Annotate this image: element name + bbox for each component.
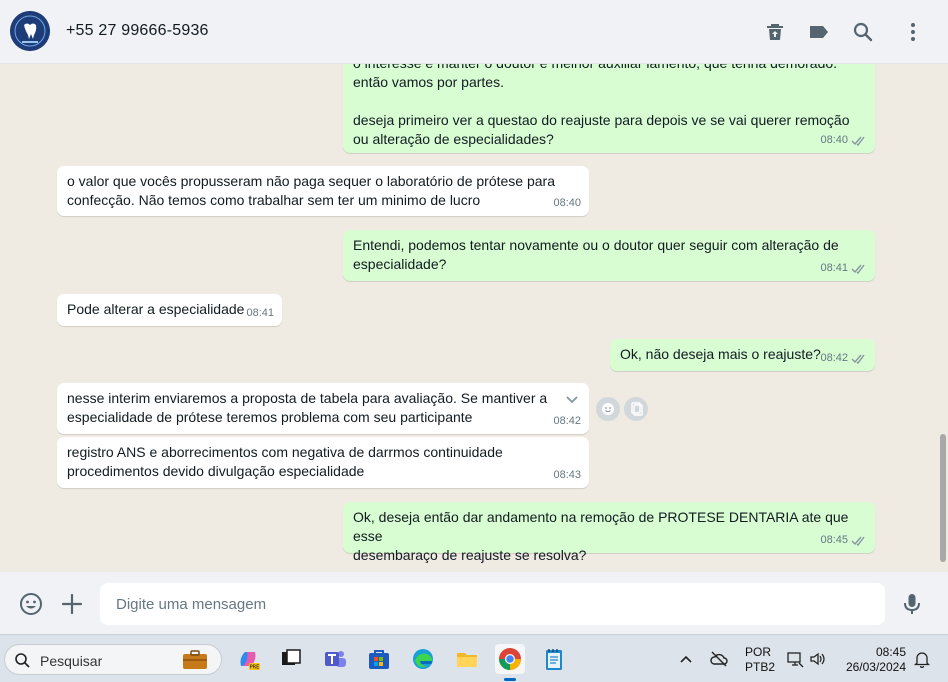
- message-meta: 08:41: [246, 304, 274, 323]
- store-icon[interactable]: [364, 644, 394, 674]
- read-ticks-icon: [851, 353, 867, 364]
- notepad-icon[interactable]: [539, 644, 569, 674]
- briefcase-icon: [182, 650, 208, 670]
- message-time: 08:40: [553, 197, 581, 209]
- system-clock[interactable]: 08:45 26/03/2024: [834, 645, 906, 675]
- message-incoming[interactable]: Pode alterar a especialidade 08:41: [57, 294, 282, 326]
- input-language[interactable]: POR PTB2: [745, 645, 776, 675]
- microphone-icon[interactable]: [899, 591, 925, 617]
- message-meta: 08:41: [820, 259, 867, 278]
- message-text: Pode alterar a especialidade: [67, 301, 245, 317]
- message-time: 08:43: [553, 469, 581, 481]
- chevron-down-icon[interactable]: [563, 391, 581, 409]
- clock-time: 08:45: [875, 645, 906, 659]
- teams-icon[interactable]: [320, 644, 350, 674]
- search-icon: [14, 652, 31, 669]
- message-time: 08:41: [820, 262, 848, 274]
- plus-icon[interactable]: [59, 591, 85, 617]
- read-ticks-icon: [851, 263, 867, 274]
- message-meta: 08:43: [553, 466, 581, 485]
- message-meta: 08:42: [820, 349, 867, 368]
- tooth-logo-icon: [10, 11, 50, 51]
- search-icon[interactable]: [851, 20, 875, 44]
- message-time: 08:42: [820, 352, 848, 364]
- read-ticks-icon: [851, 535, 867, 546]
- chat-scrollbar[interactable]: [940, 434, 946, 562]
- message-outgoing[interactable]: Entendi, podemos tentar novamente ou o d…: [343, 230, 875, 281]
- message-text: o valor que vocês propusseram não paga s…: [67, 173, 555, 208]
- edge-icon[interactable]: [408, 644, 438, 674]
- read-ticks-icon: [851, 135, 867, 146]
- message-text: o interesse é manter o doutor e melhor a…: [353, 64, 850, 147]
- emoji-icon[interactable]: [18, 591, 44, 617]
- chat-area[interactable]: o interesse é manter o doutor e melhor a…: [0, 64, 948, 572]
- svg-text:PRE: PRE: [250, 665, 260, 671]
- message-time: 08:40: [820, 134, 848, 146]
- message-time: 08:42: [553, 415, 581, 427]
- message-meta: 08:42: [553, 412, 581, 431]
- file-explorer-icon[interactable]: [452, 644, 482, 674]
- contact-name[interactable]: +55 27 99666-5936: [66, 22, 209, 40]
- emoji-icon: [602, 403, 614, 415]
- message-outgoing[interactable]: Ok, não deseja mais o reajuste? 08:42: [610, 339, 875, 371]
- message-time: 08:41: [246, 307, 274, 319]
- taskbar-search[interactable]: Pesquisar: [4, 644, 222, 675]
- message-text: Entendi, podemos tentar novamente ou o d…: [353, 237, 839, 272]
- search-label: Pesquisar: [40, 653, 103, 669]
- copy-icon: [631, 402, 643, 416]
- network-icon[interactable]: [786, 650, 804, 668]
- task-view-icon[interactable]: [276, 644, 306, 674]
- message-outgoing[interactable]: Ok, deseja então dar andamento na remoçã…: [343, 502, 875, 563]
- message-incoming[interactable]: nesse interim enviaremos a proposta de t…: [57, 383, 589, 434]
- message-incoming[interactable]: o valor que vocês propusseram não paga s…: [57, 166, 589, 216]
- contact-avatar[interactable]: [10, 11, 50, 51]
- language-label: POR: [745, 645, 772, 659]
- chat-header: +55 27 99666-5936: [0, 0, 948, 64]
- message-text: Ok, deseja então dar andamento na remoçã…: [353, 509, 849, 563]
- message-input[interactable]: [100, 583, 885, 625]
- chevron-up-icon[interactable]: [679, 652, 693, 666]
- react-emoji-button[interactable]: [596, 397, 620, 421]
- delete-icon[interactable]: [763, 20, 787, 44]
- message-incoming[interactable]: registro ANS e aborrecimentos com negati…: [57, 437, 589, 488]
- message-meta: 08:40: [553, 194, 581, 213]
- message-meta: 08:40: [820, 131, 867, 150]
- volume-icon[interactable]: [809, 650, 827, 668]
- windows-taskbar: Pesquisar PRE POR PTB2 08:45 26/03/2024: [0, 634, 948, 682]
- keyboard-label: PTB2: [745, 660, 776, 674]
- message-outgoing[interactable]: o interesse é manter o doutor e melhor a…: [343, 64, 875, 153]
- label-icon[interactable]: [807, 20, 831, 44]
- message-text: nesse interim enviaremos a proposta de t…: [67, 390, 548, 425]
- cloud-offline-icon[interactable]: [709, 650, 729, 668]
- message-time: 08:45: [820, 534, 848, 546]
- clock-date: 26/03/2024: [845, 660, 906, 674]
- message-composer: [0, 572, 948, 634]
- copilot-icon[interactable]: PRE: [233, 644, 263, 674]
- message-meta: 08:45: [820, 531, 867, 550]
- message-text: registro ANS e aborrecimentos com negati…: [67, 444, 503, 479]
- menu-icon[interactable]: [901, 20, 925, 44]
- notification-bell-icon[interactable]: [914, 650, 930, 668]
- chrome-icon[interactable]: [495, 644, 525, 681]
- forward-button[interactable]: [624, 397, 648, 421]
